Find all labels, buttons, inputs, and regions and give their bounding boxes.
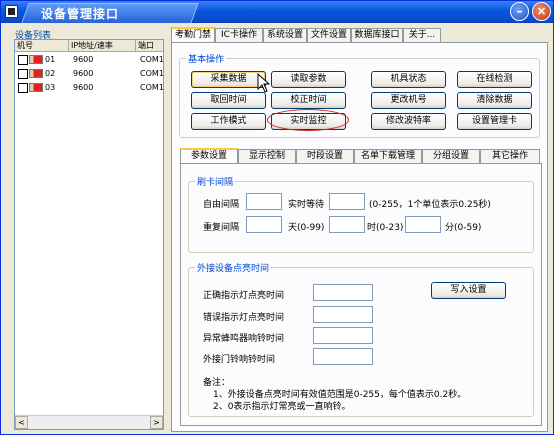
device-row[interactable]: 01 9600 COM1 (15, 53, 164, 66)
repeat-day-input[interactable] (246, 216, 282, 233)
device-speed: 9600 (73, 83, 94, 92)
device-list-header: 机号 IP地址/速率 端口 (15, 40, 163, 52)
doorbell-input[interactable] (313, 348, 373, 365)
tab-about[interactable]: 关于... (403, 28, 441, 42)
day-unit-label: 天(0-99) (288, 223, 325, 233)
correct-light-label: 正确指示灯点亮时间 (203, 291, 285, 301)
device-no: 03 (45, 83, 56, 92)
read-params-button[interactable]: 读取参数 (271, 71, 346, 88)
minute-unit-label: 分(0-59) (445, 223, 482, 233)
tab-attendance[interactable]: 考勤门禁 (171, 27, 215, 43)
tab-display-control[interactable]: 显示控制 (238, 149, 296, 163)
hour-unit-label: 时(0-23) (367, 223, 404, 233)
device-port: COM1 (140, 69, 164, 78)
realtime-wait-label: 实时等待 (288, 200, 325, 210)
collect-data-button[interactable]: 采集数据 (191, 71, 266, 88)
repeat-interval-label: 重复间隔 (203, 223, 240, 233)
device-row[interactable]: 03 9600 COM1 (15, 81, 164, 94)
tab-other-ops[interactable]: 其它操作 (480, 149, 540, 163)
sync-time-button[interactable]: 校正时间 (271, 92, 346, 109)
swipe-interval-title: 刷卡间隔 (195, 175, 236, 188)
buzzer-input[interactable] (313, 327, 373, 344)
tab-group-settings[interactable]: 分组设置 (422, 149, 480, 163)
close-icon[interactable]: × (532, 2, 551, 21)
free-interval-label: 自由间隔 (203, 200, 240, 210)
window-title: 设备管理接口 (41, 7, 120, 21)
title-bar[interactable]: 设备管理接口 – × (1, 1, 553, 23)
app-icon (5, 5, 18, 18)
write-settings-button[interactable]: 写入设置 (431, 282, 506, 299)
tab-ic-card[interactable]: IC卡操作 (215, 28, 263, 42)
repeat-minute-input[interactable] (405, 216, 441, 233)
device-checkbox[interactable] (18, 69, 28, 79)
device-checkbox[interactable] (18, 83, 28, 93)
highlight-ellipse (267, 109, 349, 131)
range-note: (0-255，1个单位表示0.25秒) (369, 200, 491, 210)
correct-light-input[interactable] (313, 284, 373, 301)
get-time-button[interactable]: 取回时间 (191, 92, 266, 109)
device-port: COM1 (140, 55, 164, 64)
scroll-left-icon[interactable]: < (15, 416, 28, 429)
repeat-hour-input[interactable] (329, 216, 365, 233)
online-check-button[interactable]: 在线检测 (457, 71, 532, 88)
note-line-2: 2、0表示指示灯常亮或一直响铃。 (213, 402, 351, 412)
device-row[interactable]: 02 9600 COM1 (15, 67, 164, 80)
doorbell-label: 外接门铃响铃时间 (203, 355, 276, 365)
change-baud-button[interactable]: 修改波特率 (371, 113, 446, 130)
reader-icon (29, 55, 43, 64)
col-header-port[interactable]: 端口 (136, 40, 163, 51)
reader-icon (29, 83, 43, 92)
device-list[interactable]: 机号 IP地址/速率 端口 01 9600 COM1 02 9600 COM1 … (14, 39, 164, 430)
app-window: 设备管理接口 – × 设备列表 机号 IP地址/速率 端口 01 9600 CO… (0, 0, 554, 435)
clear-data-button[interactable]: 清除数据 (457, 92, 532, 109)
tab-database[interactable]: 数据库接口 (351, 28, 403, 42)
minimize-icon[interactable]: – (510, 2, 529, 21)
error-light-label: 错误指示灯点亮时间 (203, 313, 285, 323)
tab-list-download[interactable]: 名单下载管理 (354, 149, 422, 163)
device-speed: 9600 (73, 55, 94, 64)
reader-icon (29, 69, 43, 78)
tab-time-slot[interactable]: 时段设置 (296, 149, 354, 163)
buzzer-label: 异常蜂鸣器响铃时间 (203, 334, 285, 344)
tab-param-settings[interactable]: 参数设置 (180, 148, 238, 163)
error-light-input[interactable] (313, 306, 373, 323)
basic-ops-title: 基本操作 (186, 52, 227, 65)
horizontal-scrollbar[interactable]: < > (15, 415, 163, 429)
scroll-right-icon[interactable]: > (150, 416, 163, 429)
tab-file[interactable]: 文件设置 (307, 28, 351, 42)
device-status-button[interactable]: 机具状态 (371, 71, 446, 88)
device-speed: 9600 (73, 69, 94, 78)
change-id-button[interactable]: 更改机号 (371, 92, 446, 109)
device-checkbox[interactable] (18, 55, 28, 65)
realtime-wait-input[interactable] (329, 193, 365, 210)
work-mode-button[interactable]: 工作模式 (191, 113, 266, 130)
external-devices-title: 外接设备点亮时间 (195, 261, 272, 274)
mouse-cursor-icon (257, 73, 271, 93)
col-header-no[interactable]: 机号 (15, 40, 69, 51)
device-no: 02 (45, 69, 56, 78)
device-port: COM1 (140, 83, 164, 92)
col-header-ip[interactable]: IP地址/速率 (69, 40, 136, 51)
device-no: 01 (45, 55, 56, 64)
set-admin-card-button[interactable]: 设置管理卡 (457, 113, 532, 130)
tab-system[interactable]: 系统设置 (263, 28, 307, 42)
free-interval-input[interactable] (246, 193, 282, 210)
